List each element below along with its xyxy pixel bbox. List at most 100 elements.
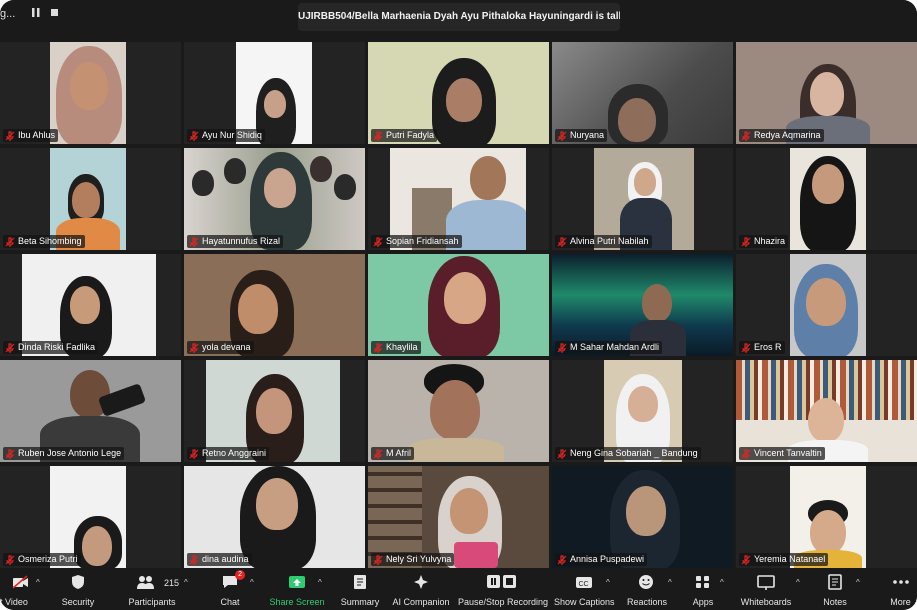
muted-mic-icon	[5, 236, 15, 247]
share-options-caret[interactable]: ^	[318, 578, 322, 587]
muted-mic-icon	[741, 448, 751, 459]
show-captions-button[interactable]: CC Show Captions	[554, 568, 615, 610]
muted-mic-icon	[373, 236, 383, 247]
participant-tile[interactable]: yola devana	[184, 254, 365, 356]
participant-name-label: Dinda Riski Fadlika	[3, 341, 99, 354]
participant-name-label: Yeremia Natanael	[739, 553, 829, 566]
participant-tile[interactable]: M Afril	[368, 360, 549, 462]
captions-icon: CC	[575, 574, 593, 590]
pause-stop-recording-button[interactable]: Pause/Stop Recording	[458, 568, 548, 610]
participant-tile[interactable]: Neng Gina Sobariah _ Bandung	[552, 360, 733, 462]
participant-tile[interactable]: Osmeriza Putri	[0, 466, 181, 568]
participant-tile[interactable]: Hayatunnufus Rizal	[184, 148, 365, 250]
whiteboards-button[interactable]: Whiteboards	[738, 568, 794, 610]
participant-tile[interactable]: Eros R	[736, 254, 917, 356]
muted-mic-icon	[373, 554, 383, 565]
muted-mic-icon	[373, 448, 383, 459]
participant-name-label: Ruben Jose Antonio Lege	[3, 447, 125, 460]
muted-mic-icon	[557, 236, 567, 247]
meeting-toolbar: t Video ^ Security 215 Participants ^ 2 …	[0, 568, 917, 610]
whiteboard-icon	[757, 574, 775, 590]
participant-name-label: dina audina	[187, 553, 252, 566]
smiley-icon	[638, 574, 656, 590]
participant-name-label: Sopian Fridiansah	[371, 235, 462, 248]
pause-icon[interactable]	[32, 8, 40, 20]
participant-name-label: yola devana	[187, 341, 254, 354]
participants-options-caret[interactable]: ^	[184, 578, 188, 587]
muted-mic-icon	[373, 342, 383, 353]
video-options-caret[interactable]: ^	[36, 578, 40, 587]
participant-tile[interactable]: Nuryana	[552, 42, 733, 144]
more-dots-icon	[892, 574, 910, 590]
participant-tile[interactable]: Sopian Fridiansah	[368, 148, 549, 250]
summary-icon	[351, 574, 369, 590]
reactions-button[interactable]: Reactions	[624, 568, 670, 610]
shield-icon	[69, 574, 87, 590]
participant-tile[interactable]: Beta Sihombing	[0, 148, 181, 250]
participant-name-label: Khaylila	[371, 341, 421, 354]
participant-tile[interactable]: Nhazira	[736, 148, 917, 250]
muted-mic-icon	[189, 448, 199, 459]
muted-mic-icon	[741, 342, 751, 353]
participant-tile[interactable]: Khaylila	[368, 254, 549, 356]
share-screen-button[interactable]: Share Screen	[268, 568, 326, 610]
video-feed	[50, 42, 126, 144]
muted-mic-icon	[741, 554, 751, 565]
security-button[interactable]: Security	[56, 568, 100, 610]
top-left-controls: g...	[0, 8, 59, 20]
participant-tile[interactable]: Redya Aqmarina	[736, 42, 917, 144]
muted-mic-icon	[189, 554, 199, 565]
participant-name-label: Annisa Puspadewi	[555, 553, 648, 566]
muted-mic-icon	[5, 130, 15, 141]
participant-tile[interactable]: Retno Anggraini	[184, 360, 365, 462]
active-speaker-banner: UJIRBB504/Bella Marhaenia Dyah Ayu Pitha…	[298, 3, 620, 31]
participant-tile[interactable]: Annisa Puspadewi	[552, 466, 733, 568]
participant-name-label: Redya Aqmarina	[739, 129, 824, 142]
participant-name-label: Nhazira	[739, 235, 789, 248]
stop-icon[interactable]	[51, 8, 59, 20]
reactions-options-caret[interactable]: ^	[668, 578, 672, 587]
ai-companion-button[interactable]: AI Companion	[390, 568, 452, 610]
video-feed	[790, 254, 866, 356]
summary-button[interactable]: Summary	[336, 568, 384, 610]
participant-tile[interactable]: Alvina Putri Nabilah	[552, 148, 733, 250]
muted-mic-icon	[189, 342, 199, 353]
share-screen-icon	[288, 574, 306, 590]
notes-options-caret[interactable]: ^	[856, 578, 860, 587]
participant-tile[interactable]: M Sahar Mahdan Ardli	[552, 254, 733, 356]
muted-mic-icon	[741, 236, 751, 247]
captions-options-caret[interactable]: ^	[606, 578, 610, 587]
participant-tile[interactable]: Ruben Jose Antonio Lege	[0, 360, 181, 462]
chat-button[interactable]: 2 Chat	[210, 568, 250, 610]
participant-name-label: M Afril	[371, 447, 415, 460]
zoom-meeting-window: g... UJIRBB504/Bella Marhaenia Dyah Ayu …	[0, 0, 917, 610]
muted-mic-icon	[189, 236, 199, 247]
participant-name-label: Hayatunnufus Rizal	[187, 235, 284, 248]
svg-text:CC: CC	[579, 581, 589, 588]
participant-tile[interactable]: Ayu Nur Shidiq	[184, 42, 365, 144]
apps-options-caret[interactable]: ^	[720, 578, 724, 587]
participant-tile[interactable]: Nely Sri Yulvyna	[368, 466, 549, 568]
participant-tile[interactable]: Yeremia Natanael	[736, 466, 917, 568]
muted-mic-icon	[373, 130, 383, 141]
muted-mic-icon	[5, 448, 15, 459]
chat-options-caret[interactable]: ^	[250, 578, 254, 587]
participant-tile[interactable]: dina audina	[184, 466, 365, 568]
participant-name-label: Neng Gina Sobariah _ Bandung	[555, 447, 701, 460]
participant-name-label: Nely Sri Yulvyna	[371, 553, 455, 566]
participants-button[interactable]: 215 Participants	[124, 568, 180, 610]
notes-icon	[826, 574, 844, 590]
participant-name-label: Alvina Putri Nabilah	[555, 235, 652, 248]
apps-button[interactable]: Apps	[686, 568, 720, 610]
participant-tile[interactable]: Vincent Tanvaltin	[736, 360, 917, 462]
participant-tile[interactable]: Dinda Riski Fadlika	[0, 254, 181, 356]
start-video-button[interactable]: t Video	[0, 568, 40, 610]
whiteboards-options-caret[interactable]: ^	[796, 578, 800, 587]
participant-tile[interactable]: Putri Fadyla	[368, 42, 549, 144]
muted-mic-icon	[189, 130, 199, 141]
top-bar: g... UJIRBB504/Bella Marhaenia Dyah Ayu …	[0, 0, 917, 38]
participant-name-label: M Sahar Mahdan Ardli	[555, 341, 663, 354]
more-button[interactable]: More	[884, 568, 917, 610]
notes-button[interactable]: Notes	[816, 568, 854, 610]
participant-tile[interactable]: Ibu Ahlus	[0, 42, 181, 144]
